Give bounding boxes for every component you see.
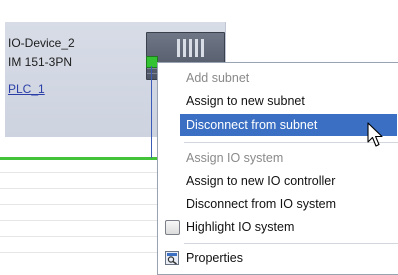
grid-line — [0, 188, 160, 189]
menu-item-label: Assign to new subnet — [186, 94, 305, 108]
menu-item-label: Disconnect from subnet — [186, 118, 318, 132]
controller-link[interactable]: PLC_1 — [8, 82, 45, 96]
menu-item-label: Highlight IO system — [186, 220, 295, 234]
network-view-canvas[interactable]: IO-Device_2 IM 151-3PN PLC_1 Add subnet … — [0, 0, 398, 275]
menu-item-assign-io-system: Assign IO system — [158, 147, 398, 169]
device-name: IO-Device_2 — [8, 36, 75, 50]
device-type: IM 151-3PN — [8, 55, 73, 69]
menu-item-assign-new-io-controller[interactable]: Assign to new IO controller — [158, 170, 398, 192]
menu-item-label: Disconnect from IO system — [186, 197, 337, 211]
grid-line — [0, 204, 160, 205]
menu-item-properties[interactable]: Properties — [158, 247, 398, 269]
menu-item-add-subnet: Add subnet — [158, 67, 398, 89]
context-menu: Add subnet Assign to new subnet Disconne… — [157, 62, 398, 275]
cursor-icon — [367, 122, 383, 147]
menu-item-highlight-io-system[interactable]: Highlight IO system — [158, 216, 398, 238]
grid-line — [0, 252, 160, 253]
grid-line — [0, 220, 160, 221]
menu-separator — [184, 243, 398, 244]
menu-item-disconnect-io-system[interactable]: Disconnect from IO system — [158, 193, 398, 215]
menu-item-label: Add subnet — [186, 71, 250, 85]
grid-line — [0, 236, 160, 237]
menu-item-disconnect-subnet[interactable]: Disconnect from subnet — [180, 114, 397, 136]
checkbox-icon[interactable] — [165, 220, 180, 235]
menu-item-assign-new-subnet[interactable]: Assign to new subnet — [158, 90, 398, 112]
menu-item-label: Assign to new IO controller — [186, 174, 336, 188]
grid-line — [0, 172, 160, 173]
properties-icon — [165, 251, 179, 265]
menu-item-label: Properties — [186, 251, 243, 265]
menu-item-label: Assign IO system — [186, 151, 284, 165]
subnet-connection-line — [151, 66, 152, 158]
